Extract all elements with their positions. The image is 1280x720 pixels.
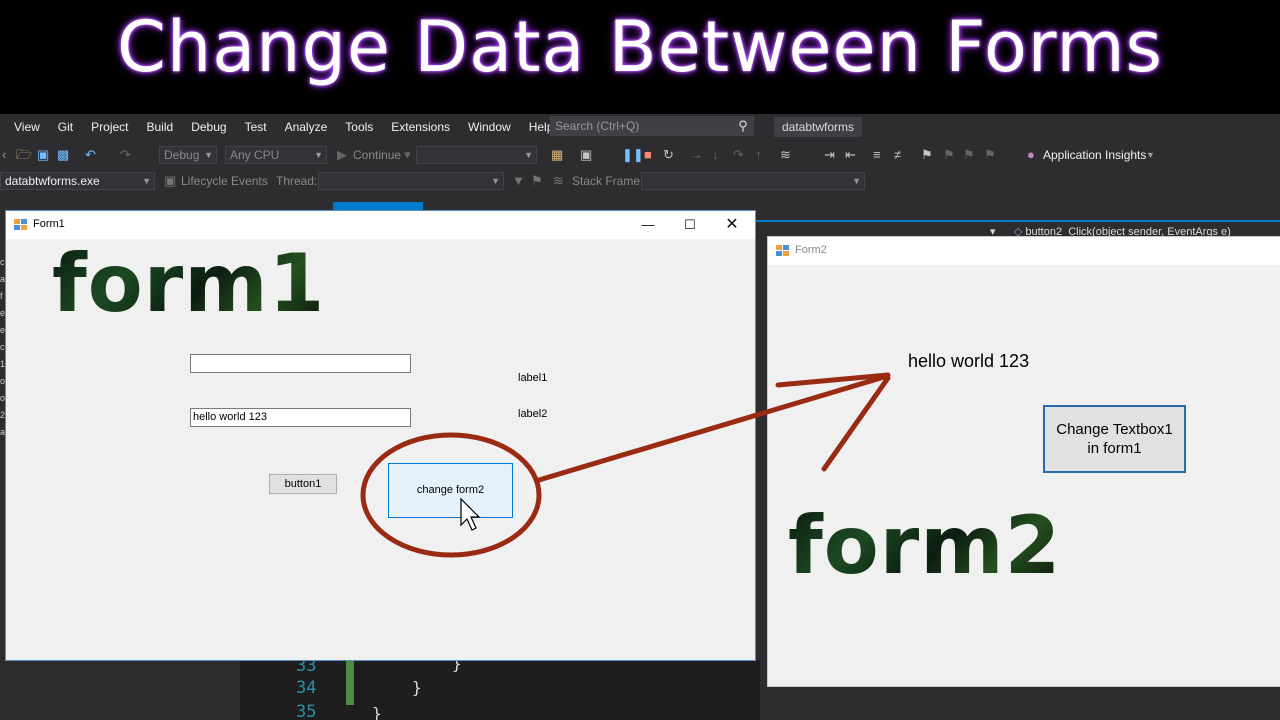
app-insights-dropdown-icon[interactable]: ▼ xyxy=(1146,144,1155,166)
flag-threads-icon[interactable]: ⚑ xyxy=(531,170,543,192)
standard-toolbar: ‹ 🗁 ▣ ▩ ↶ ↷ Debug ▼ Any CPU ▼ ▶ Continue ▾… xyxy=(0,142,1280,168)
banner-title: Change Data Between Forms xyxy=(117,6,1163,88)
form1-heading: form1 xyxy=(52,237,326,330)
menu-window[interactable]: Window xyxy=(459,114,520,140)
form1-window[interactable]: Form1 — ☐ ✕ form1 label1 hello world 123… xyxy=(5,210,756,661)
menu-project[interactable]: Project xyxy=(82,114,137,140)
debug-location-toolbar: databtwforms.exe ▼ ▣ Lifecycle Events Thr… xyxy=(0,170,1280,192)
step-out-icon[interactable]: ↑ xyxy=(755,144,762,166)
comment-icon[interactable]: ≡ xyxy=(873,144,881,166)
hot-reload-icon[interactable]: ≋ xyxy=(780,144,791,166)
bookmark-icon[interactable]: ⚑ xyxy=(921,144,933,166)
menu-tools[interactable]: Tools xyxy=(336,114,382,140)
lightbulb-icon: ● xyxy=(1027,147,1035,162)
line-number: 35 xyxy=(296,702,317,720)
lifecycle-icon: ▣ xyxy=(164,173,177,188)
line-number: 34 xyxy=(296,678,317,698)
thread-label: Thread: xyxy=(276,174,318,188)
form1-title: Form1 xyxy=(33,218,65,230)
back-icon[interactable]: ‹ xyxy=(2,144,6,166)
prev-bookmark-icon[interactable]: ⚑ xyxy=(943,144,955,166)
search-placeholder: Search (Ctrl+Q) xyxy=(555,119,640,133)
filter-icon[interactable]: ▼ xyxy=(512,170,525,192)
startup-item-select[interactable]: ▼ xyxy=(416,146,537,164)
process-value: databtwforms.exe xyxy=(5,174,100,188)
editor-accent-line xyxy=(755,220,1280,222)
stack-frame-select[interactable]: ▼ xyxy=(641,172,865,190)
uncomment-icon[interactable]: ≠ xyxy=(894,144,901,166)
app-icon xyxy=(14,219,27,231)
show-next-statement-icon[interactable]: → xyxy=(690,144,703,166)
change-indicator-bar xyxy=(346,660,354,705)
thread-select[interactable]: ▼ xyxy=(318,172,504,190)
indent-icon[interactable]: ⇥ xyxy=(824,144,835,166)
change-form2-button[interactable]: change form2 xyxy=(388,463,513,518)
label1: label1 xyxy=(518,372,548,384)
restart-icon[interactable]: ↻ xyxy=(663,144,674,166)
form2-label: hello world 123 xyxy=(908,351,1030,371)
continue-dropdown-icon[interactable]: ▾ xyxy=(404,144,411,166)
video-title-banner: Change Data Between Forms xyxy=(0,0,1280,114)
open-folder-icon[interactable]: 🗁 xyxy=(16,144,32,166)
form2-heading: form2 xyxy=(788,499,1062,592)
screenshot-icon[interactable]: ▣ xyxy=(580,144,592,166)
outdent-icon[interactable]: ⇤ xyxy=(845,144,856,166)
maximize-icon[interactable]: ☐ xyxy=(669,211,711,239)
minimize-icon[interactable]: — xyxy=(627,211,669,239)
configuration-value: Debug xyxy=(164,148,200,162)
solution-name-badge: databtwforms xyxy=(774,117,863,137)
menu-extensions[interactable]: Extensions xyxy=(382,114,459,140)
application-insights-button[interactable]: Application Insights xyxy=(1043,144,1146,166)
change-textbox1-button-line1: Change Textbox1 xyxy=(1056,421,1173,438)
platform-select[interactable]: Any CPU ▼ xyxy=(225,146,327,164)
textbox2[interactable]: hello world 123 xyxy=(190,408,411,427)
change-textbox1-button-line2: in form1 xyxy=(1087,440,1142,457)
textbox1[interactable] xyxy=(190,354,411,373)
code-brace: } xyxy=(372,704,382,720)
code-editor[interactable]: 33 34 35 } } } xyxy=(240,654,760,720)
step-over-icon[interactable]: ↷ xyxy=(733,144,744,166)
search-icon[interactable]: ⚲ xyxy=(733,118,753,134)
change-textbox1-button[interactable]: Change Textbox1 in form1 xyxy=(1043,405,1186,473)
stop-icon[interactable]: ■ xyxy=(644,144,652,166)
platform-value: Any CPU xyxy=(230,148,280,162)
save-icon[interactable]: ▣ xyxy=(37,144,49,166)
search-input[interactable]: Search (Ctrl+Q) ⚲ xyxy=(550,116,754,136)
pause-icon[interactable]: ❚❚ xyxy=(622,144,644,166)
button1[interactable]: button1 xyxy=(269,474,337,494)
stack-frame-label: Stack Frame: xyxy=(572,174,644,188)
close-icon[interactable]: ✕ xyxy=(711,211,753,239)
step-into-icon[interactable]: ↓ xyxy=(712,144,719,166)
next-bookmark-icon[interactable]: ⚑ xyxy=(963,144,975,166)
menu-test[interactable]: Test xyxy=(236,114,276,140)
form1-titlebar[interactable]: Form1 — ☐ ✕ xyxy=(6,211,755,239)
configuration-select[interactable]: Debug ▼ xyxy=(159,146,217,164)
menu-git[interactable]: Git xyxy=(49,114,82,140)
form2-window[interactable]: Form2 hello world 123 Change Textbox1 in… xyxy=(767,236,1280,687)
save-all-icon[interactable]: ▩ xyxy=(57,144,69,166)
form2-titlebar[interactable]: Form2 xyxy=(768,237,1280,265)
browser-link-icon[interactable]: ▦ xyxy=(551,144,563,166)
lifecycle-events-button[interactable]: Lifecycle Events xyxy=(181,170,268,192)
menu-debug[interactable]: Debug xyxy=(182,114,235,140)
continue-button[interactable]: Continue xyxy=(353,144,401,166)
code-brace: } xyxy=(412,678,422,697)
form2-title: Form2 xyxy=(795,244,827,256)
redo-icon[interactable]: ↷ xyxy=(120,144,131,166)
label2: label2 xyxy=(518,408,548,420)
menu-build[interactable]: Build xyxy=(138,114,183,140)
clear-bookmarks-icon[interactable]: ⚑ xyxy=(984,144,996,166)
process-select[interactable]: databtwforms.exe ▼ xyxy=(0,172,155,190)
stack-frame-icon: ≋ xyxy=(553,173,564,188)
menu-analyze[interactable]: Analyze xyxy=(276,114,337,140)
continue-icon[interactable]: ▶ xyxy=(337,144,347,166)
undo-icon[interactable]: ↶ xyxy=(85,144,96,166)
app-icon xyxy=(776,245,789,257)
menu-view[interactable]: View xyxy=(0,114,49,140)
